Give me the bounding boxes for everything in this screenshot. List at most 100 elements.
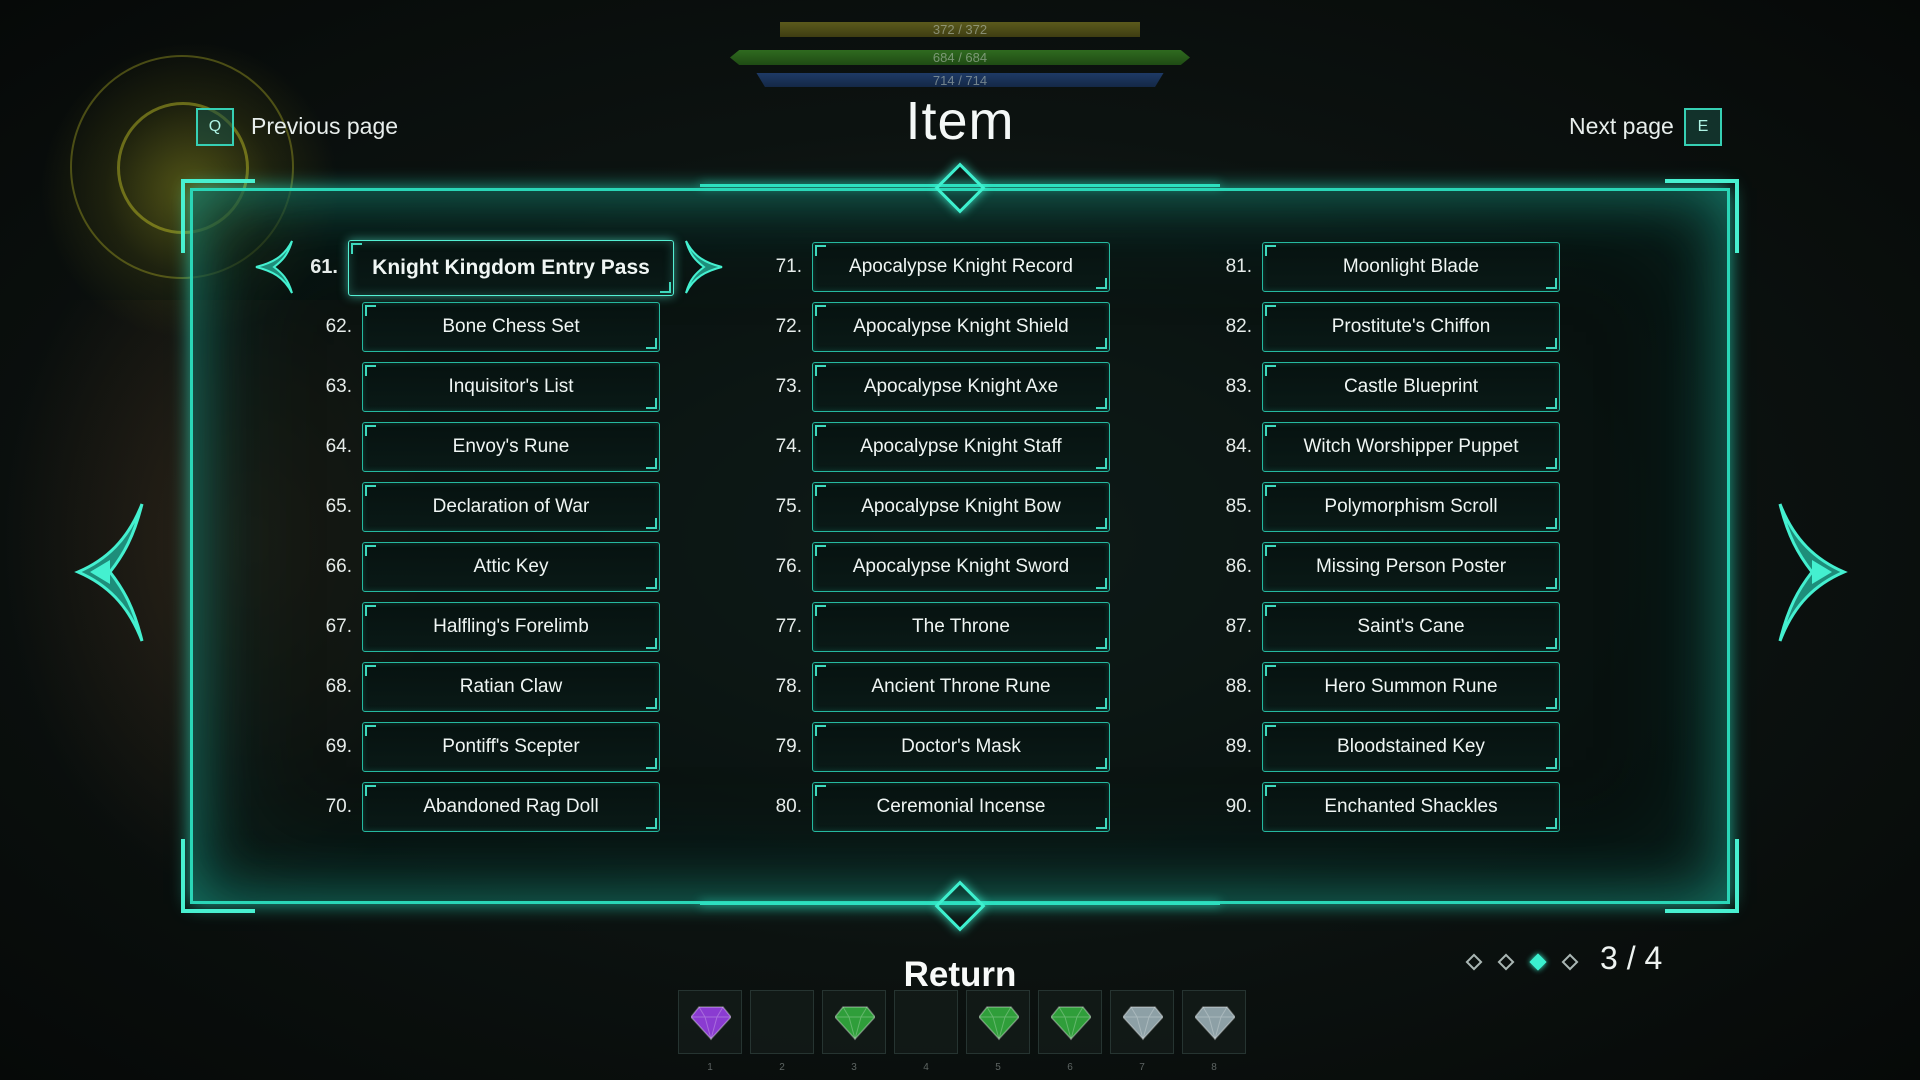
silver-gem-icon (1195, 1006, 1235, 1041)
next-page-arrow-icon[interactable] (1770, 500, 1850, 645)
item-number: 88. (1225, 676, 1252, 697)
item-button[interactable]: Envoy's Rune (362, 422, 660, 472)
item-number: 69. (325, 736, 352, 757)
previous-page-button[interactable]: Previous page (251, 113, 398, 140)
item-button[interactable]: Polymorphism Scroll (1262, 482, 1560, 532)
item-number: 64. (325, 436, 352, 457)
hotbar-slot[interactable] (1110, 990, 1174, 1054)
item-button[interactable]: Apocalypse Knight Axe (812, 362, 1110, 412)
next-page-button[interactable]: Next page (1569, 113, 1674, 140)
item-button-selected[interactable]: Knight Kingdom Entry Pass (348, 240, 674, 296)
item-button[interactable]: Bloodstained Key (1262, 722, 1560, 772)
frame-corner-ornament (1665, 839, 1739, 913)
item-button[interactable]: Abandoned Rag Doll (362, 782, 660, 832)
item-number: 75. (775, 496, 802, 517)
hotbar-slot-number: 5 (995, 1062, 1001, 1073)
next-page-key[interactable]: E (1684, 108, 1722, 146)
hotbar-slot[interactable] (966, 990, 1030, 1054)
item-button[interactable]: Missing Person Poster (1262, 542, 1560, 592)
hotbar-slot-number: 3 (851, 1062, 857, 1073)
item-button[interactable]: Witch Worshipper Puppet (1262, 422, 1560, 472)
status-bars: 372 / 372 684 / 684 714 / 714 (730, 18, 1190, 88)
selection-right-arrow-icon (685, 240, 723, 294)
item-button[interactable]: Apocalypse Knight Staff (812, 422, 1110, 472)
item-button[interactable]: The Throne (812, 602, 1110, 652)
item-number: 89. (1225, 736, 1252, 757)
item-button[interactable]: Enchanted Shackles (1262, 782, 1560, 832)
item-number: 80. (775, 796, 802, 817)
item-button[interactable]: Ratian Claw (362, 662, 660, 712)
page-indicator: 3 / 4 (1600, 940, 1663, 976)
hp-bar: 372 / 372 (780, 22, 1140, 37)
item-number: 71. (775, 256, 802, 277)
item-button[interactable]: Doctor's Mask (812, 722, 1110, 772)
item-button[interactable]: Halfling's Forelimb (362, 602, 660, 652)
item-button[interactable]: Apocalypse Knight Record (812, 242, 1110, 292)
item-number: 72. (775, 316, 802, 337)
item-number: 78. (775, 676, 802, 697)
item-number: 65. (325, 496, 352, 517)
item-number: 77. (775, 616, 802, 637)
item-button[interactable]: Pontiff's Scepter (362, 722, 660, 772)
item-number: 66. (325, 556, 352, 577)
previous-page-arrow-icon[interactable] (72, 500, 152, 645)
item-number: 87. (1225, 616, 1252, 637)
purple-gem-icon (691, 1006, 731, 1041)
item-button[interactable]: Ceremonial Incense (812, 782, 1110, 832)
item-button[interactable]: Apocalypse Knight Sword (812, 542, 1110, 592)
selection-left-arrow-icon (255, 240, 293, 294)
item-number: 85. (1225, 496, 1252, 517)
item-number: 73. (775, 376, 802, 397)
item-number: 79. (775, 736, 802, 757)
item-button[interactable]: Inquisitor's List (362, 362, 660, 412)
mana-bar: 714 / 714 (756, 73, 1164, 87)
hotbar-slot-number: 6 (1067, 1062, 1073, 1073)
page-title: Item (905, 91, 1015, 151)
item-number: 90. (1225, 796, 1252, 817)
hotbar-slot-number: 4 (923, 1062, 929, 1073)
item-number: 74. (775, 436, 802, 457)
hotbar-slot-number: 1 (707, 1062, 713, 1073)
page-dot[interactable] (1465, 953, 1483, 971)
item-button[interactable]: Prostitute's Chiffon (1262, 302, 1560, 352)
hotbar-slot[interactable] (678, 990, 742, 1054)
item-number: 62. (325, 316, 352, 337)
hotbar-slot-number: 8 (1211, 1062, 1217, 1073)
item-number: 83. (1225, 376, 1252, 397)
item-button[interactable]: Apocalypse Knight Shield (812, 302, 1110, 352)
silver-gem-icon (1123, 1006, 1163, 1041)
previous-page-key[interactable]: Q (196, 108, 234, 146)
hotbar-slot[interactable] (822, 990, 886, 1054)
green-gem-icon (979, 1006, 1019, 1041)
item-number: 86. (1225, 556, 1252, 577)
item-button[interactable]: Declaration of War (362, 482, 660, 532)
item-button[interactable]: Castle Blueprint (1262, 362, 1560, 412)
page-dots (1465, 952, 1588, 974)
item-number: 82. (1225, 316, 1252, 337)
item-button[interactable]: Bone Chess Set (362, 302, 660, 352)
hotbar-slot[interactable] (894, 990, 958, 1054)
item-button[interactable]: Moonlight Blade (1262, 242, 1560, 292)
item-button[interactable]: Hero Summon Rune (1262, 662, 1560, 712)
page-dot[interactable] (1561, 953, 1579, 971)
page-dot[interactable] (1497, 953, 1515, 971)
hotbar-slot-number: 2 (779, 1062, 785, 1073)
item-button[interactable]: Apocalypse Knight Bow (812, 482, 1110, 532)
item-button[interactable]: Saint's Cane (1262, 602, 1560, 652)
frame-corner-ornament (1665, 179, 1739, 253)
frame-corner-ornament (181, 839, 255, 913)
item-number: 76. (775, 556, 802, 577)
item-button[interactable]: Ancient Throne Rune (812, 662, 1110, 712)
stamina-bar: 684 / 684 (730, 50, 1190, 65)
item-button[interactable]: Attic Key (362, 542, 660, 592)
hotbar-slot[interactable] (1182, 990, 1246, 1054)
hotbar-slot[interactable] (750, 990, 814, 1054)
item-number: 70. (325, 796, 352, 817)
hotbar-slot[interactable] (1038, 990, 1102, 1054)
item-number: 63. (325, 376, 352, 397)
item-number: 67. (325, 616, 352, 637)
frame-corner-ornament (181, 179, 255, 253)
page-dot-active[interactable] (1529, 953, 1547, 971)
item-number: 84. (1225, 436, 1252, 457)
return-button[interactable]: Return (860, 955, 1060, 995)
